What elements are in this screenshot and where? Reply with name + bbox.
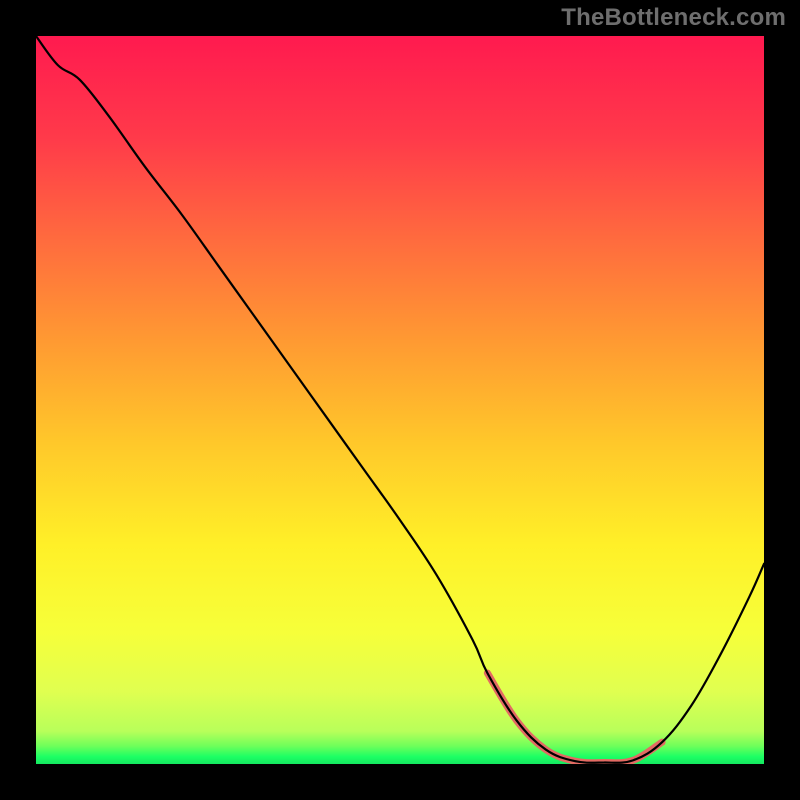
plot-area [36, 36, 764, 764]
plot-svg [36, 36, 764, 764]
chart-frame: TheBottleneck.com [0, 0, 800, 800]
gradient-background [36, 36, 764, 764]
watermark-text: TheBottleneck.com [561, 4, 786, 32]
